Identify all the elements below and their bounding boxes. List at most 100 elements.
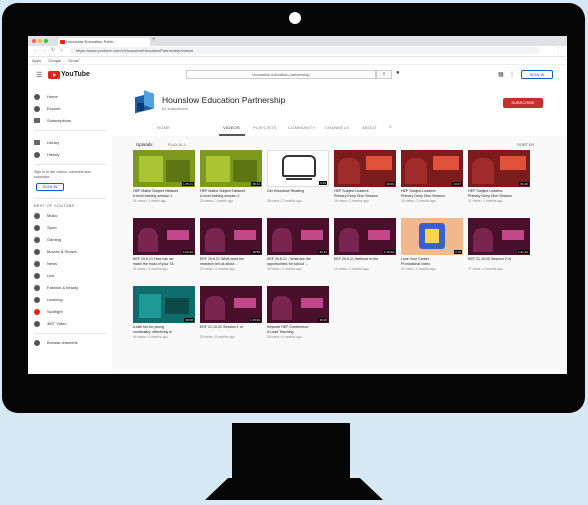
video-card[interactable]: 52:31 EEF 29.6.21 - What are the opportuni… xyxy=(267,218,329,274)
sidebar-item-movies[interactable]: Movies & Shows xyxy=(34,247,110,256)
sidebar-item-360-video[interactable]: 360° Video xyxy=(34,319,110,328)
sidebar-item-sport[interactable]: Sport xyxy=(34,223,110,232)
video-title-line-2[interactable]: Primary Deep Dive Session xyxy=(468,194,530,199)
search-button[interactable]: ⌕ xyxy=(376,70,392,79)
tab-about[interactable]: ABOUT xyxy=(362,125,377,130)
video-thumbnail[interactable]: 1:05:21 xyxy=(133,150,195,187)
thumb-shape xyxy=(339,228,359,252)
thumb-shape xyxy=(139,156,163,182)
sidebar-item-label: History xyxy=(47,152,60,157)
reload-icon[interactable]: ↻ xyxy=(51,47,55,53)
video-thumbnail[interactable]: 1:02:10 xyxy=(133,218,195,255)
video-title[interactable]: Get Hounslow Reading xyxy=(267,189,329,194)
new-tab-icon[interactable]: + xyxy=(152,37,156,43)
sidebar-item-browse-channels[interactable]: Browse channels xyxy=(34,338,110,347)
video-thumbnail[interactable]: 58:12 xyxy=(200,150,262,187)
video-card[interactable]: 1:05:21 HEP Maths Subject Network A level … xyxy=(133,150,195,206)
home-browser-icon[interactable]: ⌂ xyxy=(60,47,63,53)
microphone-icon[interactable]: ● xyxy=(396,70,400,76)
tab-playlists[interactable]: PLAYLISTS xyxy=(253,125,277,130)
subscribe-button[interactable]: SUBSCRIBE xyxy=(503,98,543,108)
video-thumbnail[interactable]: 52:31 xyxy=(267,218,329,255)
back-arrow-icon[interactable]: ← xyxy=(33,47,38,53)
sidebar-item-gaming[interactable]: Gaming xyxy=(34,235,110,244)
video-card[interactable]: 46:03 HEP Subject Leaders: Primary Deep Di… xyxy=(334,150,396,206)
video-card[interactable]: 3:24 Get Hounslow Reading 36 views • 2 mon… xyxy=(267,150,329,206)
sidebar-item-history[interactable]: History xyxy=(34,150,110,159)
tab-videos[interactable]: VIDEOS xyxy=(223,125,240,130)
browser-tab[interactable]: Hounslow Education Partn... xyxy=(58,38,150,46)
thumb-shape xyxy=(502,230,524,240)
sidebar-item-music[interactable]: Music xyxy=(34,211,110,220)
more-options-icon[interactable]: ⋮ xyxy=(509,71,515,78)
video-thumbnail[interactable]: 48:55 xyxy=(200,218,262,255)
sidebar-item-live[interactable]: Live xyxy=(34,271,110,280)
video-thumbnail[interactable]: 1:10:02 xyxy=(334,218,396,255)
channel-search-icon[interactable]: ⌕ xyxy=(389,124,392,130)
sidebar-item-subscriptions[interactable]: Subscriptions xyxy=(34,116,110,125)
sidebar-item-fashion[interactable]: Fashion & beauty xyxy=(34,283,110,292)
video-card[interactable]: 1:10:02 EEF 29.6.21 Webinar to the 19 view… xyxy=(334,218,396,274)
video-card[interactable]: 1:21:44 EEF 21.10.20 Session 2 of 27 views… xyxy=(468,218,530,274)
video-title-line-2[interactable]: Primary Deep Dive Session xyxy=(401,194,463,199)
sidebar-item-news[interactable]: News xyxy=(34,259,110,268)
search-input[interactable]: Hounslow education partnership xyxy=(186,70,376,79)
minimize-window-icon[interactable] xyxy=(38,39,42,43)
video-card[interactable]: 39:08 A tale fun for young vocabulary: eff… xyxy=(133,286,195,342)
bookmark-gmail[interactable]: Gmail xyxy=(68,58,78,63)
sidebar-item-learning[interactable]: Learning xyxy=(34,295,110,304)
video-card[interactable]: 1:15:30 EEF 21.10.20 Session 1 of 30 views… xyxy=(200,286,262,342)
tab-channels[interactable]: CHANNELS xyxy=(325,125,349,130)
video-card[interactable]: 58:12 HEP Maths Subject Network A level tr… xyxy=(200,150,262,206)
video-title-line-2[interactable]: research tell us about ... xyxy=(200,262,262,267)
video-thumbnail[interactable]: 39:08 xyxy=(133,286,195,323)
sidebar-item-home[interactable]: Home xyxy=(34,92,110,101)
thumb-shape xyxy=(139,294,161,318)
video-title-line-2[interactable]: Promotional video xyxy=(401,262,463,267)
sidebar-item-library[interactable]: Library xyxy=(34,138,110,147)
video-thumbnail[interactable]: 45:16 xyxy=(267,286,329,323)
video-card[interactable]: 45:16 Keynote HEP Conference: A Lead Teach… xyxy=(267,286,329,342)
sidebar-item-spotlight[interactable]: Spotlight xyxy=(34,307,110,316)
video-thumbnail[interactable]: 1:21:44 xyxy=(468,218,530,255)
video-title-line-2[interactable]: A level training session 1 xyxy=(133,194,195,199)
video-thumbnail[interactable]: 2:15 xyxy=(401,218,463,255)
header-sign-in-button[interactable]: SIGN IN xyxy=(521,70,553,79)
video-thumbnail[interactable]: 1:15:30 xyxy=(200,286,262,323)
video-title-line-2[interactable]: Primary Deep Dive Session xyxy=(334,194,396,199)
video-title-line-2[interactable]: A level training session 2 xyxy=(200,194,262,199)
video-card[interactable]: 1:02:10 EEF 29.6.21 How can we make the mo… xyxy=(133,218,195,274)
sidebar-sign-in-button[interactable]: SIGN IN xyxy=(36,183,64,191)
close-window-icon[interactable] xyxy=(32,39,36,43)
video-thumbnail[interactable]: 51:40 xyxy=(468,150,530,187)
video-card[interactable]: 44:17 HEP Subject Leaders: Primary Deep Di… xyxy=(401,150,463,206)
video-title-line-2[interactable]: make the most of your TA xyxy=(133,262,195,267)
tab-community[interactable]: COMMUNITY xyxy=(288,125,315,130)
play-all-button[interactable]: PLAY ALL xyxy=(168,142,186,147)
uploads-heading: Uploads xyxy=(136,142,153,147)
video-title-line-2[interactable]: opportunities for school ... xyxy=(267,262,329,267)
forward-arrow-icon[interactable]: → xyxy=(42,47,47,53)
video-title[interactable]: EEF 29.6.21 Webinar to the xyxy=(334,257,396,262)
video-card[interactable]: 2:15 Love Your Career - Promotional video 5… xyxy=(401,218,463,274)
video-title-line-2[interactable]: vocabulary: effectively in xyxy=(133,330,195,335)
apps-grid-icon[interactable]: ▦ xyxy=(498,71,504,78)
browser-menu-icon[interactable]: ⋮ xyxy=(556,47,561,53)
bookmark-google[interactable]: Google xyxy=(48,58,61,63)
video-thumbnail[interactable]: 46:03 xyxy=(334,150,396,187)
sort-by-button[interactable]: SORT BY xyxy=(517,142,534,147)
address-bar[interactable]: https://www.youtube.com/c/HounslowEducat… xyxy=(70,47,540,54)
hamburger-menu-icon[interactable]: ☰ xyxy=(36,71,42,79)
video-title-line-2[interactable]: A Lead Teaching xyxy=(267,330,329,335)
sidebar-item-explore[interactable]: Explore xyxy=(34,104,110,113)
video-thumbnail[interactable]: 44:17 xyxy=(401,150,463,187)
video-card[interactable]: 48:55 EEF 29.6.21 What does the research t… xyxy=(200,218,262,274)
tab-home[interactable]: HOME xyxy=(157,125,170,130)
bookmark-apps[interactable]: Apps xyxy=(32,58,41,63)
video-card[interactable]: 51:40 HEP Subject Leaders: Primary Deep Di… xyxy=(468,150,530,206)
video-title[interactable]: EEF 21.10.20 Session 1 of xyxy=(200,325,262,330)
maximize-window-icon[interactable] xyxy=(44,39,48,43)
channel-avatar[interactable] xyxy=(133,90,155,114)
video-thumbnail[interactable]: 3:24 xyxy=(267,150,329,187)
video-title[interactable]: EEF 21.10.20 Session 2 of xyxy=(468,257,530,262)
